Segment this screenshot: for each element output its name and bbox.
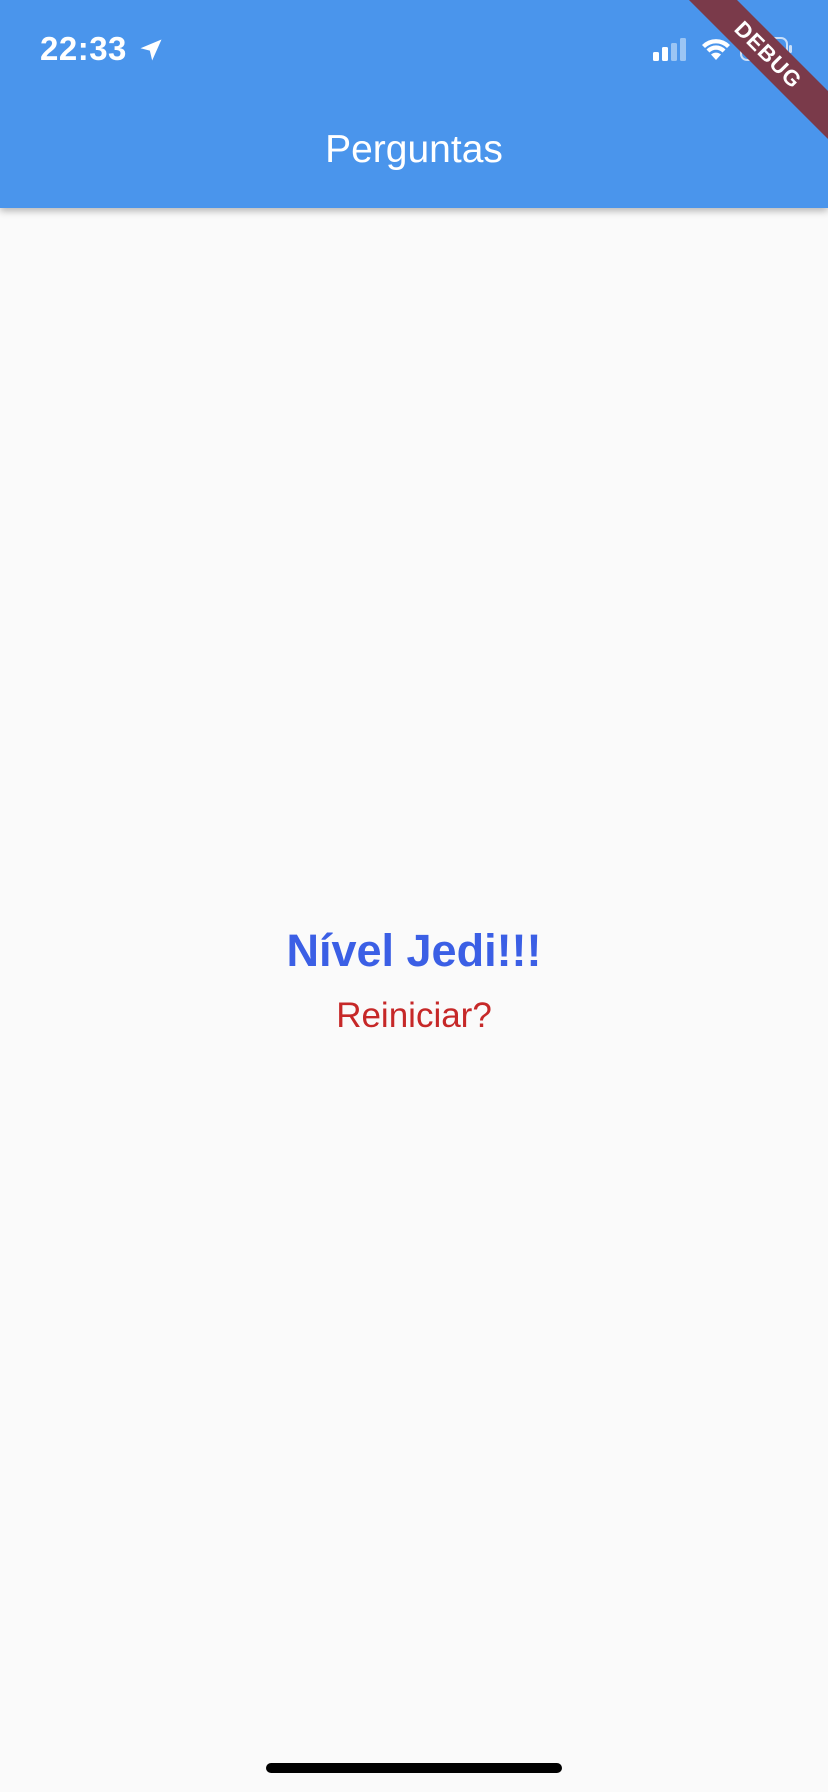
cellular-signal-icon (653, 38, 686, 61)
result-message: Nível Jedi!!! (286, 925, 542, 976)
wifi-icon (702, 39, 730, 60)
restart-button[interactable]: Reiniciar? (324, 992, 504, 1040)
status-bar: 22:33 (0, 0, 828, 100)
home-indicator[interactable] (266, 1763, 562, 1773)
battery-charging-icon (740, 37, 792, 61)
status-time: 22:33 (40, 30, 127, 67)
app-bar: 22:33 Perguntas (0, 0, 828, 208)
result-section: Nível Jedi!!! Reiniciar? (0, 920, 828, 1040)
page-title: Perguntas (325, 128, 503, 171)
location-arrow-icon (140, 39, 162, 61)
